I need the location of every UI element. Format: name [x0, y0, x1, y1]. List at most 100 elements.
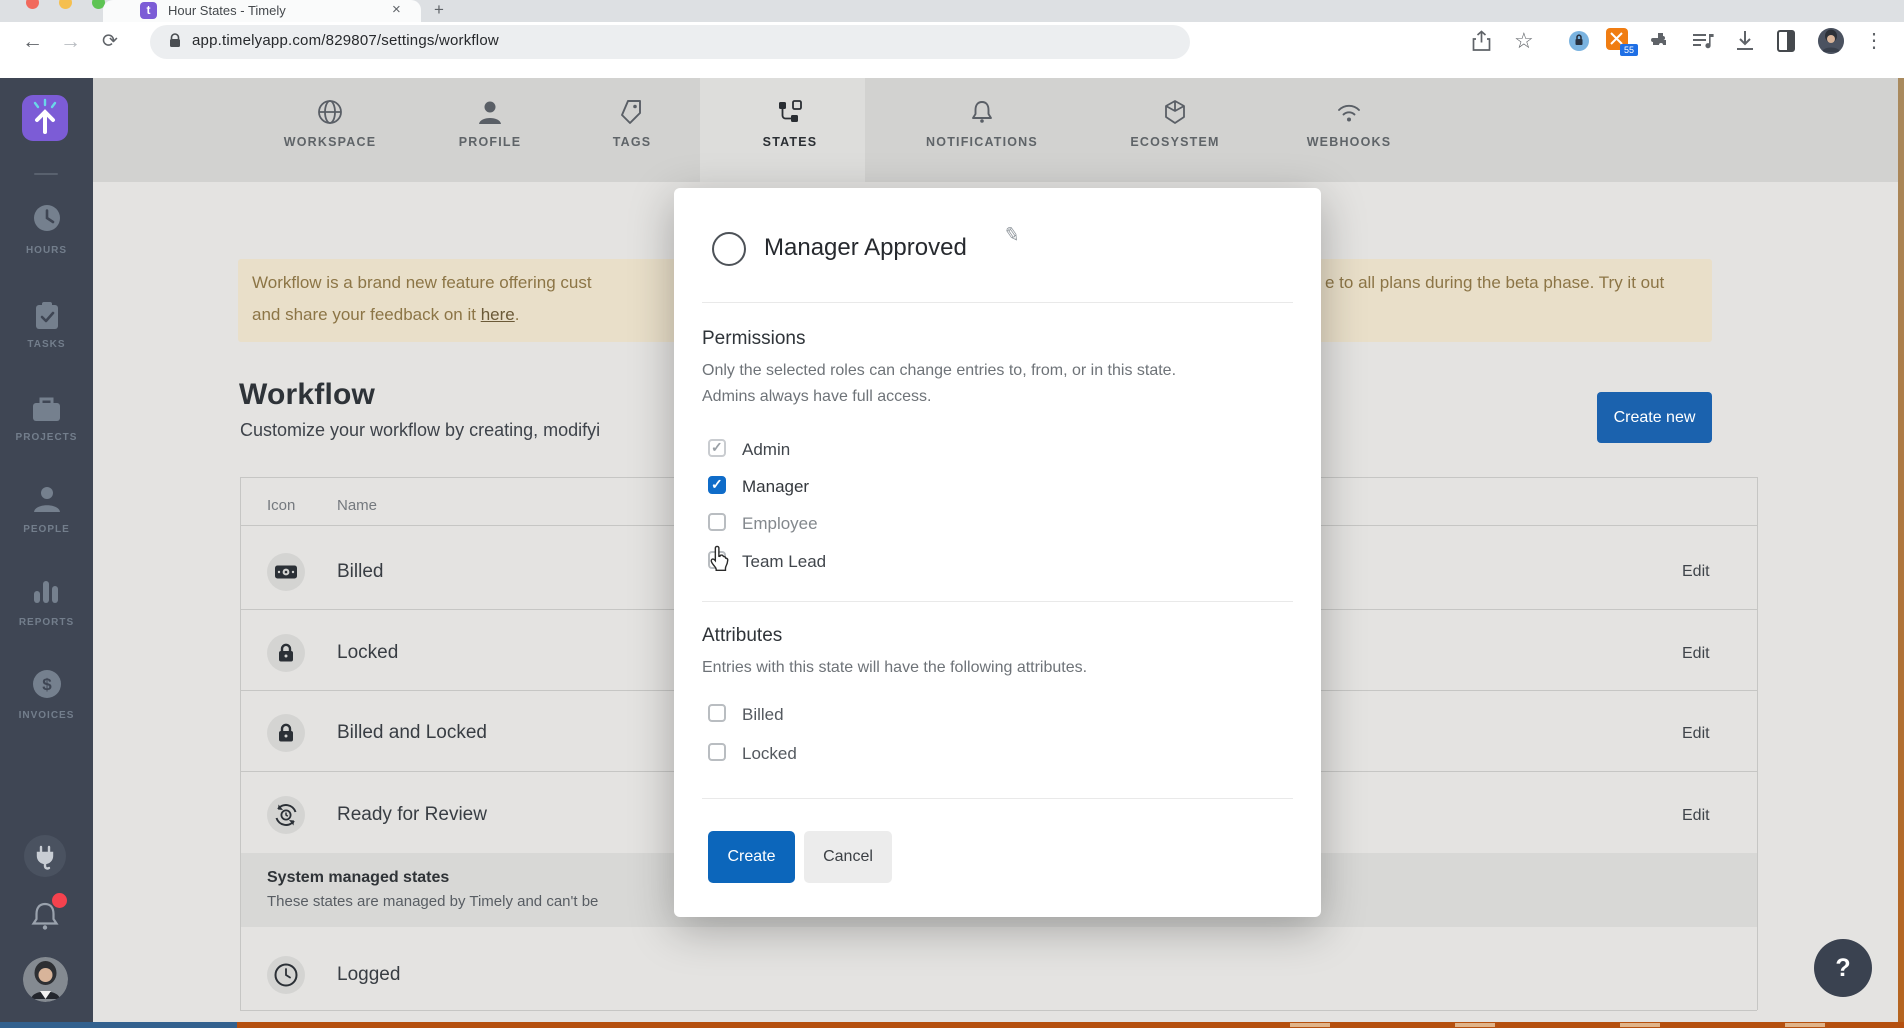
tab-workspace[interactable]: WORKSPACE	[260, 98, 400, 149]
extensions-puzzle-icon[interactable]	[1650, 30, 1671, 51]
tab-profile[interactable]: PROFILE	[420, 98, 560, 149]
state-row-name: Billed	[337, 561, 383, 583]
url-text[interactable]: app.timelyapp.com/829807/settings/workfl…	[192, 32, 499, 49]
user-avatar[interactable]	[23, 957, 68, 1002]
state-row-name: Ready for Review	[337, 804, 487, 826]
reload-button[interactable]: ⟳	[102, 30, 118, 53]
invoices-icon[interactable]: $	[31, 668, 63, 700]
timely-favicon-icon: t	[140, 2, 157, 19]
browser-menu-icon[interactable]: ⋮	[1864, 28, 1884, 53]
attributes-heading: Attributes	[702, 625, 782, 647]
browser-profile-avatar[interactable]	[1818, 28, 1844, 54]
tags-tag-icon	[562, 98, 702, 126]
ecosystem-cube-icon	[1105, 98, 1245, 126]
video-bar-mark	[1620, 1023, 1660, 1027]
checkbox-employee-label[interactable]: Employee	[742, 514, 818, 534]
tab-webhooks[interactable]: WEBHOOKS	[1279, 98, 1419, 149]
sidebar-item-tasks[interactable]: TASKS	[0, 339, 93, 350]
table-border-left	[240, 477, 241, 1010]
state-color-circle[interactable]	[712, 232, 746, 266]
tab-notifications[interactable]: NOTIFICATIONS	[912, 98, 1052, 149]
sidebar-item-projects[interactable]: PROJECTS	[0, 432, 93, 443]
checkbox-employee[interactable]	[708, 513, 726, 531]
checkmark-icon: ✓	[711, 439, 723, 456]
checkbox-admin-label[interactable]: Admin	[742, 440, 790, 460]
forward-button[interactable]: →	[60, 30, 81, 54]
state-row-name: Locked	[337, 642, 398, 664]
profile-person-icon	[420, 98, 560, 126]
hours-icon[interactable]	[32, 203, 62, 233]
projects-icon[interactable]	[31, 395, 62, 423]
notification-dot	[52, 893, 67, 908]
new-tab-button[interactable]: +	[434, 0, 444, 20]
tasks-icon[interactable]	[33, 301, 61, 331]
edit-locked-link[interactable]: Edit	[1682, 645, 1710, 663]
checkbox-team-lead-label[interactable]: Team Lead	[742, 552, 826, 572]
checkbox-admin[interactable]: ✓	[708, 439, 726, 457]
share-icon[interactable]	[1472, 30, 1491, 52]
integrations-plug-icon[interactable]	[24, 835, 66, 877]
locked-state-icon	[267, 634, 305, 672]
workspace-globe-icon	[260, 98, 400, 126]
cancel-button[interactable]: Cancel	[804, 831, 892, 883]
checkbox-billed-label[interactable]: Billed	[742, 705, 784, 725]
modal-divider	[702, 601, 1293, 602]
column-header-name: Name	[337, 497, 377, 514]
reading-list-icon[interactable]	[1776, 30, 1796, 52]
timely-logo[interactable]	[22, 95, 68, 141]
banner-line2: and share your feedback on it here.	[252, 305, 519, 325]
help-button[interactable]: ?	[1814, 939, 1872, 997]
checkbox-locked[interactable]	[708, 743, 726, 761]
checkbox-locked-label[interactable]: Locked	[742, 744, 797, 764]
modal-state-title: Manager Approved	[764, 234, 967, 262]
permissions-description: Only the selected roles can change entri…	[702, 358, 1177, 410]
checkbox-billed[interactable]	[708, 704, 726, 722]
tab-tags[interactable]: TAGS	[562, 98, 702, 149]
video-bar-mark	[1455, 1023, 1495, 1027]
sidebar-item-reports[interactable]: REPORTS	[0, 617, 93, 628]
screen: t Hour States - Timely × + ← → ⟳ app.tim…	[0, 0, 1904, 1028]
tab-close-icon[interactable]: ×	[392, 1, 401, 18]
notifications-bell-nav-icon	[912, 98, 1052, 126]
modal-divider	[702, 302, 1293, 303]
extension-badge: 55	[1620, 44, 1638, 56]
video-progress-blue	[0, 1022, 237, 1028]
tab-title: Hour States - Timely	[168, 3, 286, 18]
sidebar-item-hours[interactable]: HOURS	[0, 245, 93, 256]
notifications-bell-icon[interactable]	[26, 897, 64, 935]
system-managed-subtitle: These states are managed by Timely and c…	[267, 893, 598, 910]
svg-text:$: $	[42, 675, 52, 694]
state-row-name: Logged	[337, 964, 400, 986]
bookmark-star-icon[interactable]: ☆	[1514, 28, 1534, 54]
tab-ecosystem[interactable]: ECOSYSTEM	[1105, 98, 1245, 149]
checkbox-manager[interactable]: ✓	[708, 476, 726, 494]
banner-line2-text: and share your feedback on it	[252, 305, 481, 324]
checkbox-manager-label[interactable]: Manager	[742, 477, 809, 497]
extension-blue-icon[interactable]	[1568, 30, 1590, 52]
back-button[interactable]: ←	[22, 30, 43, 54]
page-title: Workflow	[239, 378, 375, 412]
tab-states[interactable]: STATES	[720, 98, 860, 149]
banner-here-link[interactable]: here	[481, 305, 515, 324]
create-state-modal: Manager Approved ✎ Permissions Only the …	[674, 188, 1321, 917]
create-new-button[interactable]: Create new	[1597, 392, 1712, 443]
attributes-description: Entries with this state will have the fo…	[702, 655, 1222, 681]
edit-billed-link[interactable]: Edit	[1682, 563, 1710, 581]
table-border-right	[1757, 477, 1758, 1010]
sidebar-item-invoices[interactable]: INVOICES	[0, 710, 93, 721]
edit-billed-and-locked-link[interactable]: Edit	[1682, 725, 1710, 743]
edit-title-pencil-icon[interactable]: ✎	[1002, 223, 1022, 248]
ready-for-review-state-icon	[267, 796, 305, 834]
permissions-heading: Permissions	[702, 328, 805, 350]
billed-state-icon	[267, 553, 305, 591]
people-icon[interactable]	[32, 484, 62, 514]
billed-and-locked-state-icon	[267, 714, 305, 752]
download-icon[interactable]	[1735, 30, 1755, 52]
webhooks-wifi-icon	[1279, 98, 1419, 126]
reports-icon[interactable]	[33, 577, 59, 607]
sidebar-item-people[interactable]: PEOPLE	[0, 524, 93, 535]
playlist-icon[interactable]	[1692, 31, 1714, 51]
edit-ready-for-review-link[interactable]: Edit	[1682, 807, 1710, 825]
create-button[interactable]: Create	[708, 831, 795, 883]
hand-cursor	[706, 545, 732, 573]
